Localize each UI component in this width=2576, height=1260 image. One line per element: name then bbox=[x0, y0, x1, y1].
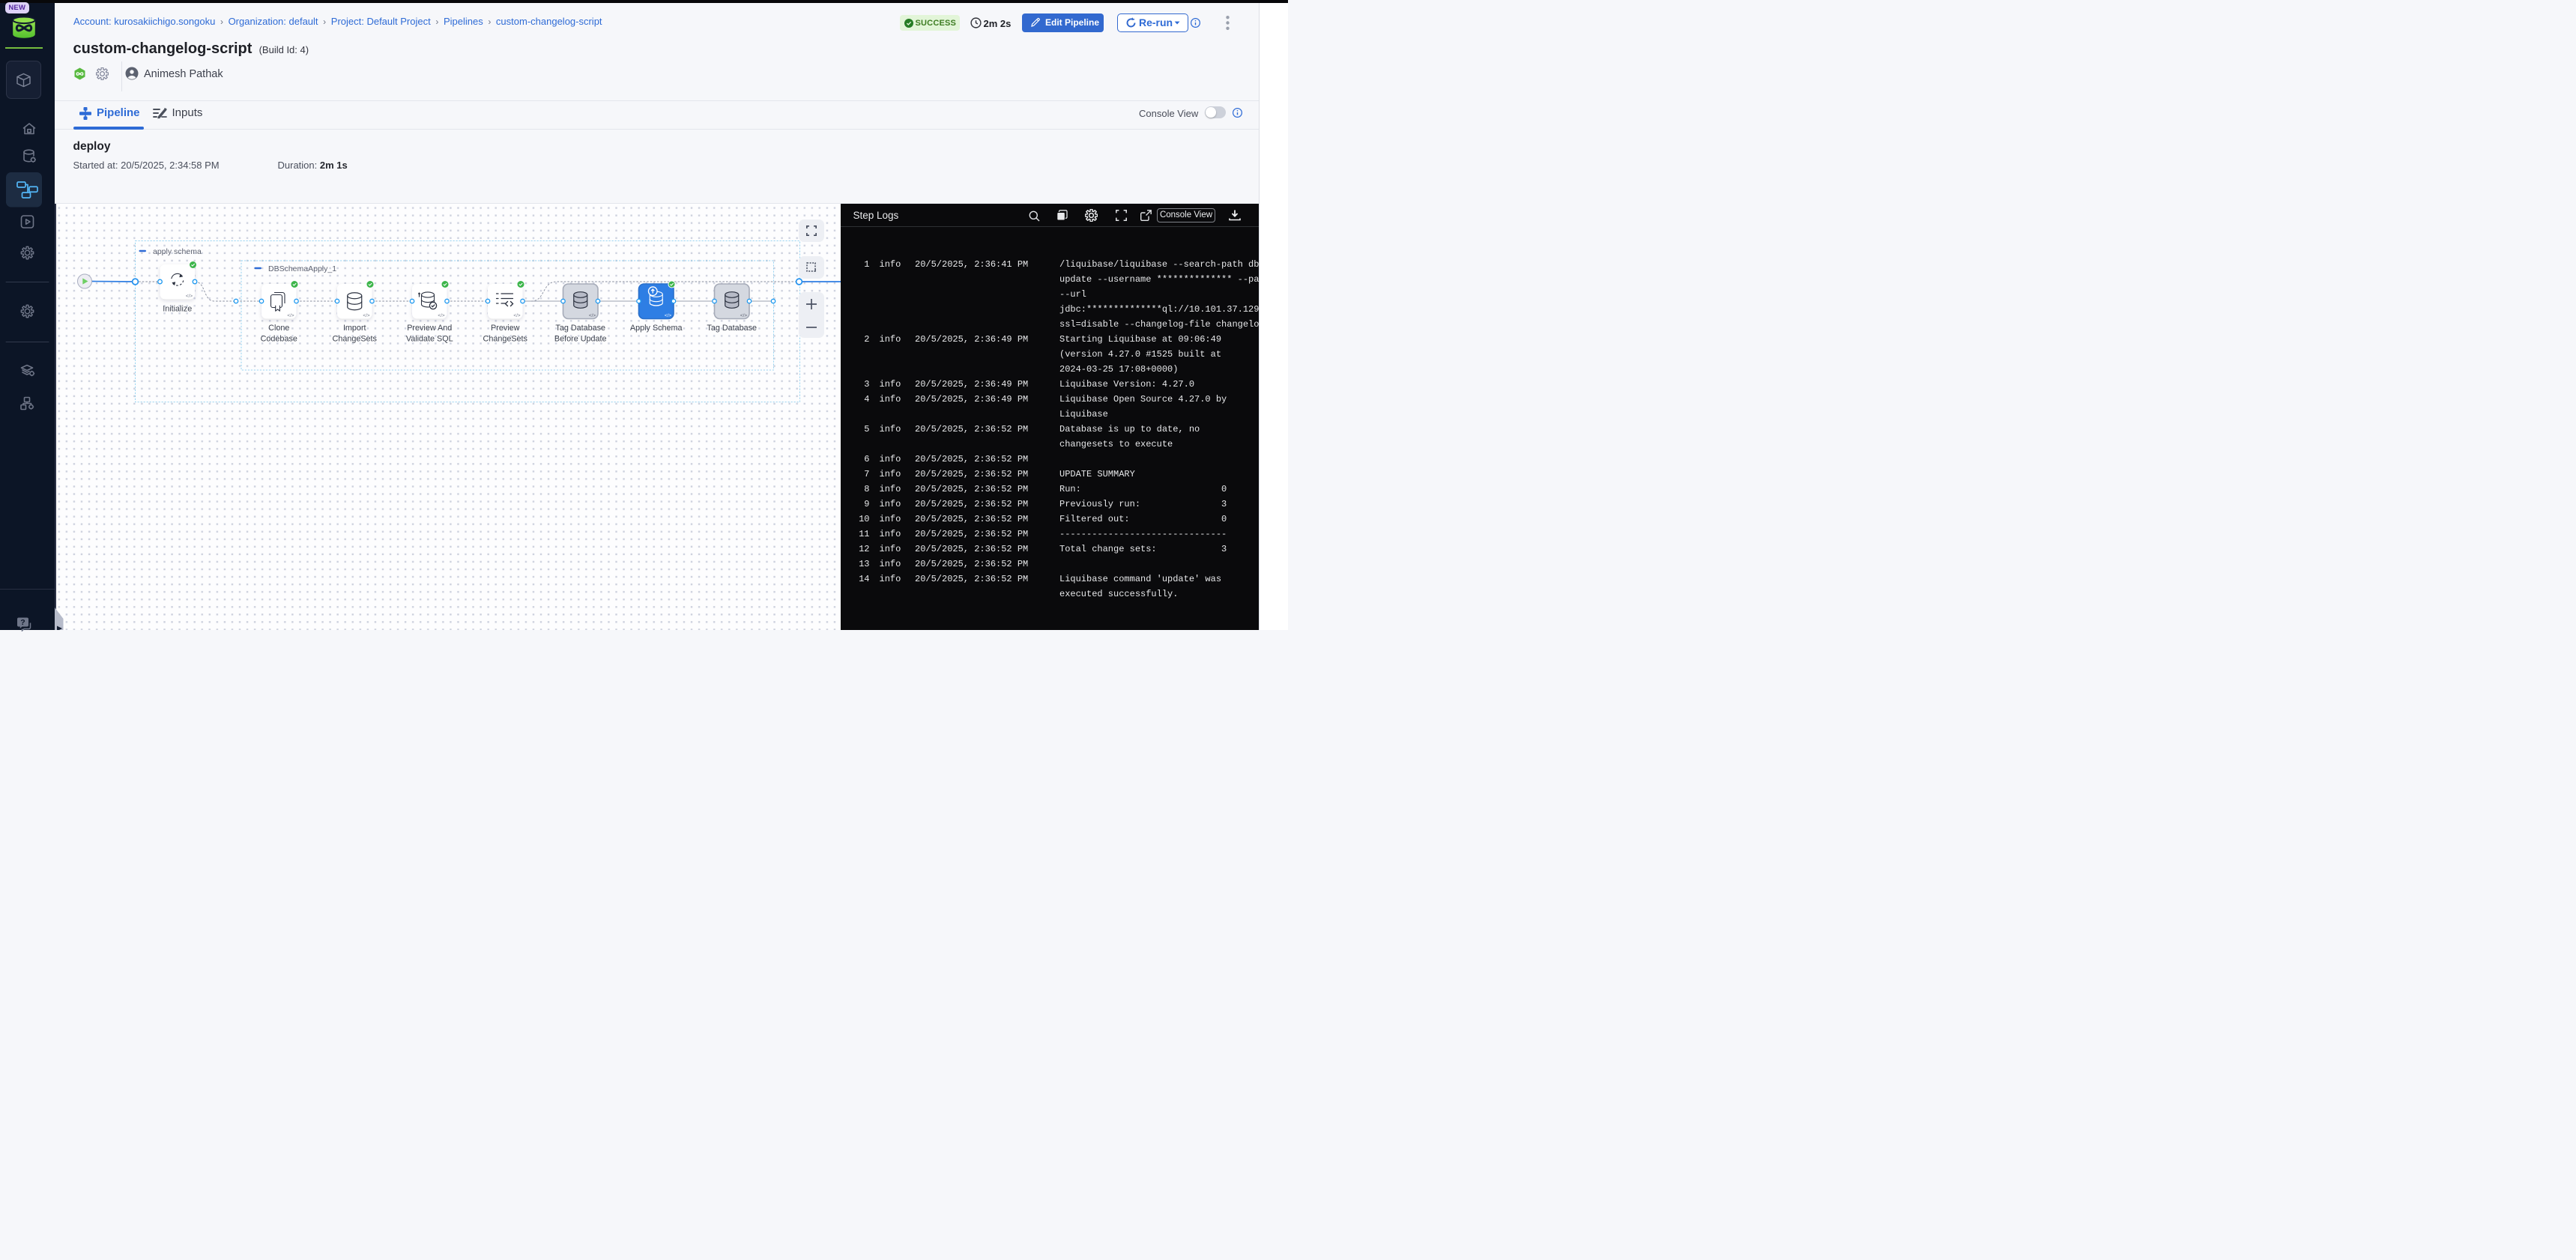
svg-text:DBSchemaApply_1: DBSchemaApply_1 bbox=[268, 264, 336, 273]
svg-text:</>: </> bbox=[363, 313, 369, 318]
svg-text:</>: </> bbox=[740, 313, 747, 318]
svg-text:?: ? bbox=[20, 618, 25, 627]
svg-text:Validate SQL: Validate SQL bbox=[406, 335, 453, 344]
svg-text:Import: Import bbox=[343, 324, 366, 333]
svg-text:Preview And: Preview And bbox=[407, 324, 452, 333]
svg-text:ChangeSets: ChangeSets bbox=[483, 335, 528, 344]
svg-text:Initialize: Initialize bbox=[163, 305, 192, 314]
svg-text:Codebase: Codebase bbox=[261, 335, 297, 344]
svg-text:</>: </> bbox=[287, 313, 294, 318]
svg-text:</>: </> bbox=[513, 313, 520, 318]
svg-text:Before Update: Before Update bbox=[554, 335, 607, 344]
svg-text:</>: </> bbox=[589, 313, 596, 318]
svg-text:Tag Database: Tag Database bbox=[555, 324, 605, 333]
svg-text:Tag Database: Tag Database bbox=[707, 324, 757, 333]
svg-text:</>: </> bbox=[186, 294, 193, 299]
svg-text:Preview: Preview bbox=[491, 324, 520, 333]
svg-text:Clone: Clone bbox=[268, 324, 289, 333]
svg-text:Apply Schema: Apply Schema bbox=[630, 324, 683, 333]
svg-text:apply schema: apply schema bbox=[153, 247, 202, 256]
svg-text:</>: </> bbox=[438, 313, 444, 318]
svg-text:</>: </> bbox=[665, 313, 671, 318]
svg-text:ChangeSets: ChangeSets bbox=[333, 335, 378, 344]
